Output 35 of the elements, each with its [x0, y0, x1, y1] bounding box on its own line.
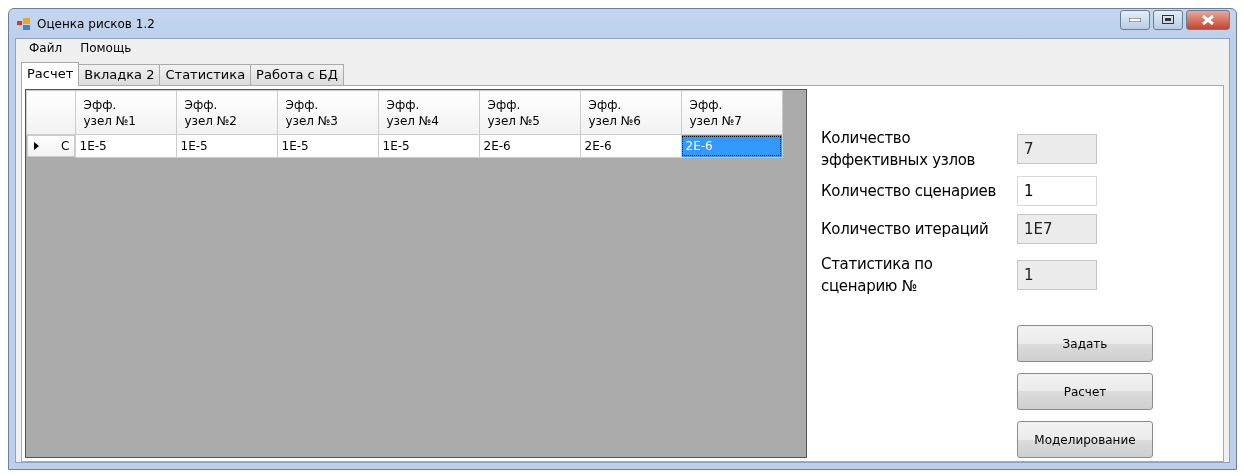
tab[interactable]: Вкладка 2	[78, 64, 161, 85]
input-field[interactable]: 1	[1017, 260, 1097, 290]
column-header[interactable]: Эфф. узел №5	[479, 90, 580, 135]
close-icon	[1202, 14, 1214, 25]
app-icon	[17, 17, 31, 30]
minimize-button[interactable]	[1120, 9, 1150, 30]
column-header[interactable]: Эфф. узел №1	[75, 90, 176, 135]
tab[interactable]: Расчет	[21, 62, 80, 86]
tab[interactable]: Работа с БД	[250, 64, 344, 85]
column-header[interactable]: Эфф. узел №6	[580, 90, 681, 135]
input-field[interactable]: 1	[1017, 176, 1097, 206]
menu-item[interactable]: Файл	[20, 41, 72, 55]
field-label: Количество сценариев	[821, 181, 997, 202]
column-header[interactable]: Эфф. узел №4	[378, 90, 479, 135]
action-button[interactable]: Задать	[1017, 325, 1153, 362]
minimize-icon	[1129, 17, 1141, 22]
column-header[interactable]: Эфф. узел №2	[176, 90, 277, 135]
maximize-icon	[1162, 15, 1174, 24]
column-header[interactable]: Эфф. узел №3	[277, 90, 378, 135]
maximize-button[interactable]	[1153, 9, 1183, 30]
tab[interactable]: Статистика	[159, 64, 252, 85]
action-button[interactable]: Расчет	[1017, 373, 1153, 410]
field-label: Количество эффективных узлов	[821, 128, 976, 171]
window-title: Оценка рисков 1.2	[37, 16, 155, 31]
action-button[interactable]: Моделирование	[1017, 421, 1153, 458]
close-button[interactable]	[1186, 9, 1230, 30]
row-header: C	[61, 139, 70, 153]
menu-item[interactable]: Помощь	[71, 41, 141, 55]
field-label: Статистика по сценарию №	[821, 254, 933, 297]
input-field[interactable]: 1E7	[1017, 214, 1097, 244]
field-label: Количество итераций	[821, 219, 989, 240]
column-header[interactable]: Эфф. узел №7	[681, 90, 782, 135]
data-grid[interactable]: Эфф. узел №1 Эфф. узел №2 Эфф. узел №3 Эфф. узел №4 Эфф. узел №5 Эфф. узел №6 Эфф. узел №7 C 1E-5 1E-5 1E-5 1E-5 2E-6 2E-6 2E-6	[25, 89, 807, 458]
table-cell[interactable]: 1E-5	[75, 134, 176, 157]
input-field[interactable]: 7	[1017, 134, 1097, 164]
